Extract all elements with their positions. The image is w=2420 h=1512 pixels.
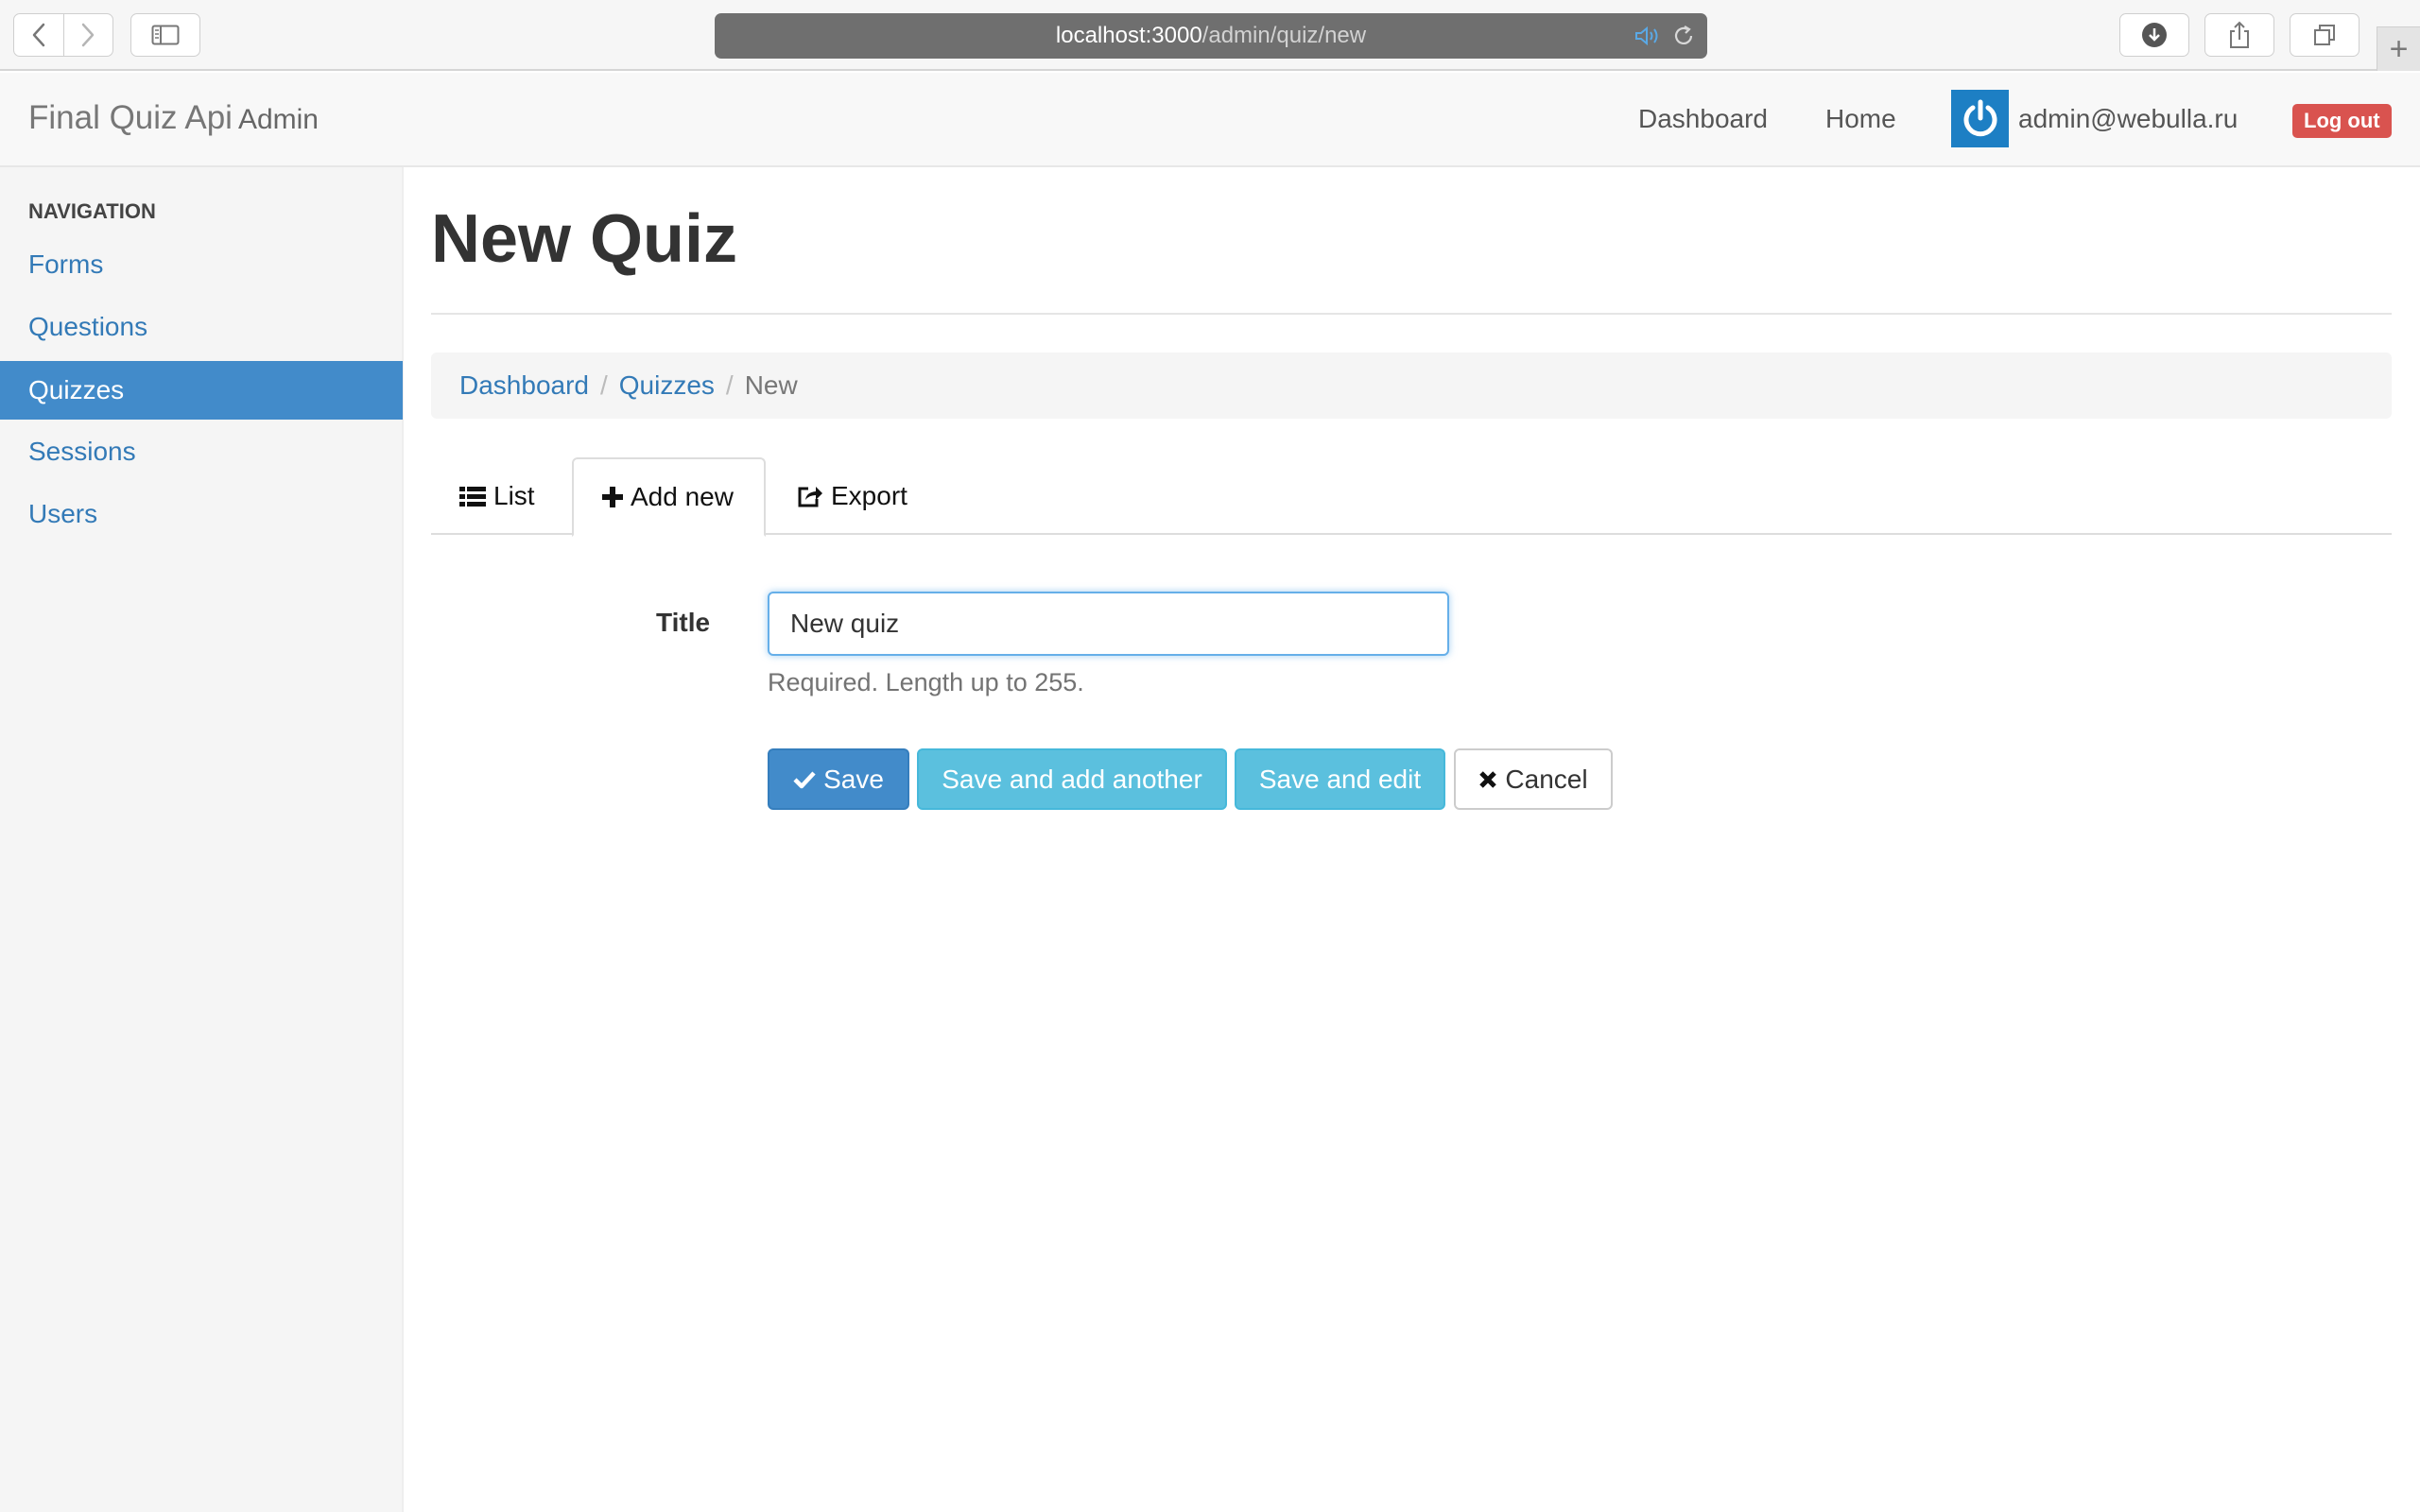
- power-icon: [1963, 99, 1996, 136]
- cancel-button-label: Cancel: [1505, 764, 1588, 794]
- title-help-text: Required. Length up to 255.: [768, 668, 1084, 696]
- cancel-button[interactable]: Cancel: [1454, 748, 1613, 810]
- sidebar-item-sessions[interactable]: Sessions: [0, 422, 403, 481]
- share-icon: [2230, 21, 2249, 48]
- action-tabs: List Add new Export: [431, 457, 2392, 537]
- title-input[interactable]: [768, 592, 1449, 656]
- share-icon: [797, 484, 823, 508]
- url-text: localhost:3000/admin/quiz/new: [1056, 23, 1366, 49]
- save-button-label: Save: [823, 764, 884, 794]
- download-icon: [2142, 23, 2167, 47]
- sidebar: NAVIGATION Forms Questions Quizzes Sessi…: [0, 167, 404, 1512]
- forward-button[interactable]: [64, 14, 113, 56]
- tab-export-label: Export: [831, 481, 908, 510]
- close-icon: [1478, 770, 1497, 789]
- chevron-left-icon: [32, 23, 44, 47]
- share-button[interactable]: [2204, 13, 2274, 57]
- save-button[interactable]: Save: [768, 748, 909, 810]
- sidebar-heading: NAVIGATION: [28, 199, 156, 223]
- sidebar-icon: [151, 25, 180, 45]
- new-tab-button[interactable]: +: [2377, 26, 2420, 71]
- tab-list-label: List: [493, 481, 535, 510]
- browser-toolbar: localhost:3000/admin/quiz/new +: [0, 0, 2420, 71]
- tab-add-new[interactable]: Add new: [572, 457, 766, 537]
- downloads-button[interactable]: [2119, 13, 2189, 57]
- chevron-right-icon: [82, 23, 95, 47]
- brand-subtitle: Admin: [237, 104, 319, 135]
- back-button[interactable]: [14, 14, 64, 56]
- title-divider: [431, 313, 2392, 315]
- breadcrumb-quizzes[interactable]: Quizzes: [619, 370, 715, 401]
- logout-button[interactable]: Log out: [2292, 104, 2392, 138]
- avatar[interactable]: [1951, 90, 2009, 147]
- history-buttons: [13, 13, 113, 57]
- page-title: New Quiz: [431, 201, 738, 277]
- admin-navbar: Final Quiz Api Admin Dashboard Home admin…: [0, 73, 2420, 167]
- breadcrumb: Dashboard / Quizzes / New: [431, 352, 2392, 419]
- brand[interactable]: Final Quiz Api Admin: [28, 99, 319, 137]
- url-path: /admin/quiz/new: [1201, 23, 1367, 48]
- url-host: localhost:3000: [1055, 23, 1202, 48]
- nav-link-dashboard[interactable]: Dashboard: [1638, 104, 1768, 134]
- plus-icon: [602, 487, 623, 507]
- tabs-icon: [2314, 25, 2335, 45]
- save-and-edit-button[interactable]: Save and edit: [1235, 748, 1445, 810]
- tab-list[interactable]: List: [459, 457, 535, 535]
- breadcrumb-separator: /: [599, 370, 608, 400]
- breadcrumb-current: New: [744, 370, 798, 400]
- sidebar-item-quizzes[interactable]: Quizzes: [0, 361, 403, 420]
- check-icon: [793, 770, 816, 789]
- brand-title: Final Quiz Api: [28, 99, 233, 136]
- tab-export[interactable]: Export: [797, 457, 908, 535]
- sidebar-item-users[interactable]: Users: [0, 485, 403, 543]
- breadcrumb-dashboard[interactable]: Dashboard: [459, 370, 589, 401]
- audio-icon[interactable]: [1634, 25, 1662, 52]
- tabs-overview-button[interactable]: [2290, 13, 2360, 57]
- sidebar-item-questions[interactable]: Questions: [0, 298, 403, 356]
- breadcrumb-separator: /: [725, 370, 734, 400]
- title-label: Title: [656, 608, 711, 637]
- sidebar-item-forms[interactable]: Forms: [0, 235, 403, 294]
- reload-icon[interactable]: [1671, 24, 1696, 53]
- address-bar[interactable]: localhost:3000/admin/quiz/new: [715, 13, 1707, 59]
- nav-link-home[interactable]: Home: [1825, 104, 1896, 134]
- save-and-add-another-button[interactable]: Save and add another: [917, 748, 1227, 810]
- list-icon: [459, 485, 486, 507]
- sidebar-toggle-button[interactable]: [130, 13, 200, 57]
- tab-add-new-label: Add new: [631, 482, 734, 511]
- user-email[interactable]: admin@webulla.ru: [2018, 104, 2238, 134]
